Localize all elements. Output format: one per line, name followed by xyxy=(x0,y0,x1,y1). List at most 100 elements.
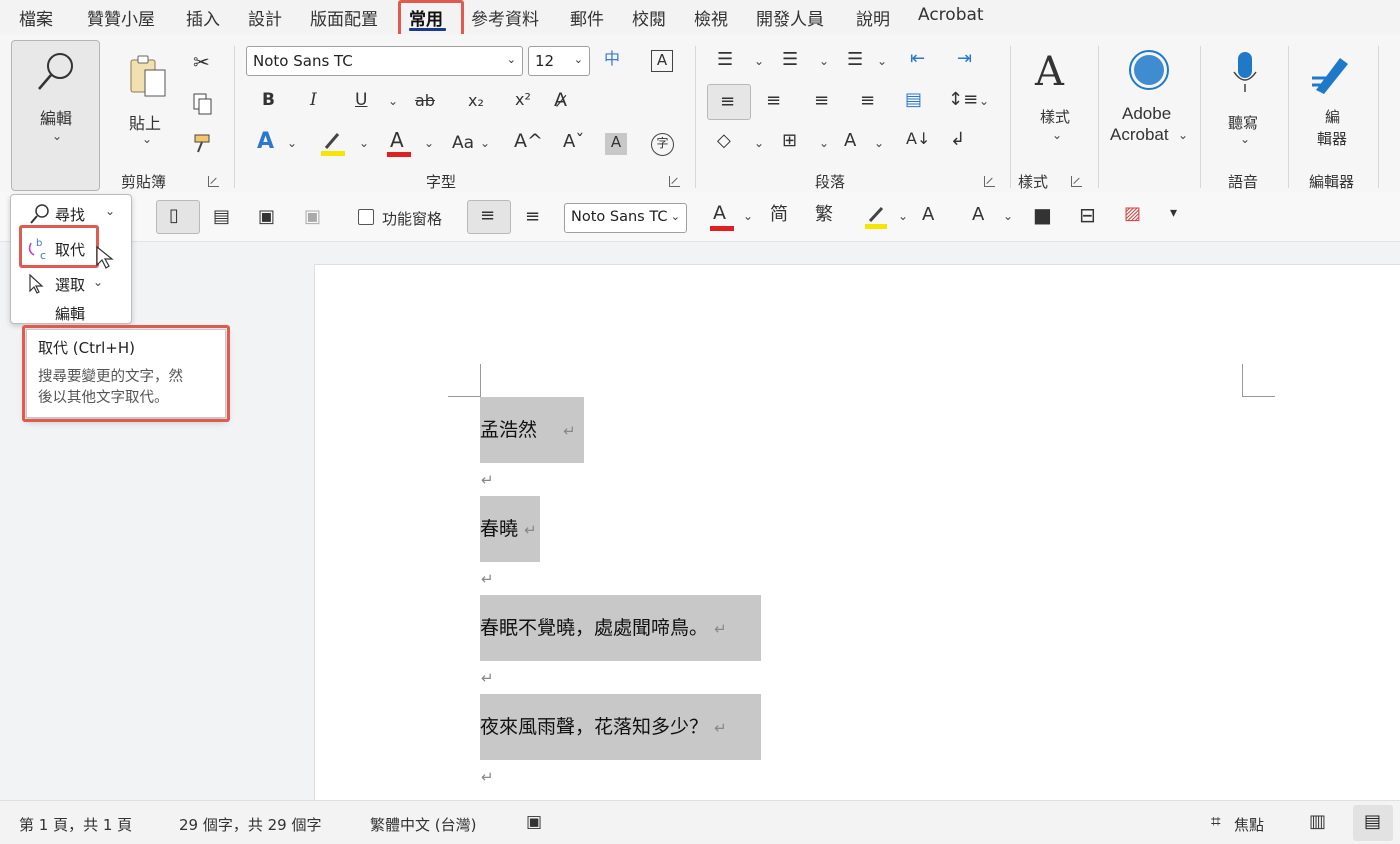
find-item[interactable]: 尋找 xyxy=(55,204,85,225)
acrobat-label-2[interactable]: Acrobat xyxy=(1110,125,1169,145)
copy-icon[interactable] xyxy=(192,92,214,116)
underline-button[interactable]: U xyxy=(355,92,367,109)
toolbar-align-left-button[interactable]: ≡ xyxy=(467,200,511,234)
line-spacing-icon[interactable]: ↕≡ xyxy=(948,91,978,109)
distributed-icon[interactable]: ▤ xyxy=(905,91,922,109)
customize-toolbar-icon[interactable]: ▾ xyxy=(1170,206,1177,220)
styles-dialog-launcher[interactable] xyxy=(1071,176,1082,187)
tab-file[interactable]: 檔案 xyxy=(19,5,53,30)
tab-developer[interactable]: 開發人員 xyxy=(756,5,824,30)
cut-icon[interactable]: ✂ xyxy=(193,52,210,72)
shrink-font-button[interactable]: Aˇ xyxy=(563,133,584,151)
character-shading-button[interactable]: A xyxy=(605,133,627,155)
borders-icon[interactable]: ⊞ xyxy=(782,132,797,150)
strikethrough-button[interactable]: ab xyxy=(415,93,435,109)
font-name-combo[interactable]: Noto Sans TC ⌄ xyxy=(246,46,523,76)
tab-layout[interactable]: 版面配置 xyxy=(310,5,378,30)
nav-pane-label[interactable]: 功能窗格 xyxy=(382,208,442,229)
page-count-status[interactable]: 第 1 頁，共 1 頁 xyxy=(19,814,132,835)
word-count-status[interactable]: 29 個字，共 29 個字 xyxy=(179,814,321,835)
image-disabled-icon[interactable]: ▣ xyxy=(304,208,321,226)
italic-button[interactable]: I xyxy=(310,92,317,109)
show-marks-icon[interactable]: ↲ xyxy=(950,131,965,149)
print-layout-button[interactable]: ▯ xyxy=(156,200,200,234)
paragraph-title[interactable]: 春曉 ↵ xyxy=(480,496,540,562)
toolbar-font-color-button[interactable]: A xyxy=(710,204,734,232)
toolbar-align-center-icon[interactable]: ≡ xyxy=(525,208,540,226)
dictate-label[interactable]: 聽寫 xyxy=(1228,112,1258,133)
tab-review[interactable]: 校閱 xyxy=(632,5,666,30)
align-right-icon[interactable]: ≡ xyxy=(814,92,829,110)
styles-label[interactable]: 樣式 xyxy=(1040,106,1070,127)
print-layout-status-button[interactable]: ▤ xyxy=(1353,805,1393,841)
page-break-icon[interactable]: ⊟ xyxy=(1079,205,1096,225)
focus-icon[interactable]: ⌗ xyxy=(1211,812,1221,832)
tab-design[interactable]: 設計 xyxy=(248,5,282,30)
editing-button[interactable]: 編輯 ⌄ xyxy=(11,40,100,191)
to-traditional-button[interactable]: 繁 xyxy=(815,206,833,224)
tab-insert[interactable]: 插入 xyxy=(186,5,220,30)
tab-view[interactable]: 檢視 xyxy=(694,5,728,30)
align-center-icon[interactable]: ≡ xyxy=(766,92,781,110)
select-item[interactable]: 選取 xyxy=(55,274,85,295)
enclose-characters-button[interactable]: 字 xyxy=(651,133,674,156)
shading-icon[interactable]: ◇ xyxy=(717,132,731,150)
numbering-icon[interactable]: ☰ xyxy=(782,51,798,69)
align-left-button[interactable]: ≡ xyxy=(707,84,751,120)
phonetic-guide-icon[interactable]: 中 xyxy=(604,51,620,67)
editor-label-1[interactable]: 編 xyxy=(1325,106,1340,127)
grow-font-button[interactable]: A^ xyxy=(514,132,543,151)
text-style-icon[interactable]: A xyxy=(972,206,984,224)
web-layout-icon[interactable]: ▤ xyxy=(213,208,230,226)
editor-icon[interactable] xyxy=(1310,52,1354,94)
language-status[interactable]: 繁體中文 (台灣) xyxy=(370,814,476,835)
picture-icon[interactable]: ▣ xyxy=(258,208,275,226)
paragraph-dialog-launcher[interactable] xyxy=(984,176,995,187)
asian-layout-icon[interactable]: A xyxy=(844,132,856,150)
editor-label-2[interactable]: 輯器 xyxy=(1317,128,1347,149)
acrobat-icon[interactable] xyxy=(1128,49,1170,91)
change-case-button[interactable]: Aa xyxy=(452,135,474,152)
text-effects-icon[interactable]: A xyxy=(257,131,274,153)
accessibility-icon[interactable]: ▣ xyxy=(526,812,542,832)
tab-zanzan[interactable]: 贊贊小屋 xyxy=(87,5,155,30)
clear-formatting-icon[interactable]: A̷ xyxy=(554,91,567,110)
multilevel-list-icon[interactable]: ☰ xyxy=(847,51,863,69)
microphone-icon[interactable] xyxy=(1231,50,1259,96)
paste-icon[interactable] xyxy=(127,54,169,98)
document-page[interactable]: 孟浩然 ↵ ↵ 春曉 ↵ ↵ 春眠不覺曉，處處聞啼鳥。 ↵ ↵ 夜來風雨聲，花落… xyxy=(314,264,1400,800)
font-size-combo[interactable]: 12 ⌄ xyxy=(528,46,590,76)
justify-icon[interactable]: ≡ xyxy=(860,92,875,110)
focus-label[interactable]: 焦點 xyxy=(1234,814,1264,835)
read-mode-icon[interactable]: ▥ xyxy=(1309,811,1326,832)
sort-icon[interactable]: A↓ xyxy=(906,131,930,147)
font-dialog-launcher[interactable] xyxy=(669,176,680,187)
subscript-button[interactable]: x₂ xyxy=(468,93,484,109)
fullscreen-icon[interactable]: ■ xyxy=(1033,205,1052,225)
acrobat-label-1[interactable]: Adobe xyxy=(1122,104,1171,124)
format-painter-icon[interactable] xyxy=(192,132,216,154)
paste-label[interactable]: 貼上 xyxy=(129,110,161,134)
superscript-button[interactable]: x² xyxy=(515,92,531,108)
tab-acrobat[interactable]: Acrobat xyxy=(918,5,984,25)
bullets-icon[interactable]: ☰ xyxy=(717,51,733,69)
toolbar-highlight-icon[interactable] xyxy=(864,204,890,232)
font-color-button[interactable]: A xyxy=(387,130,411,158)
tab-references[interactable]: 參考資料 xyxy=(471,5,539,30)
decrease-indent-icon[interactable]: ⇤ xyxy=(910,50,925,68)
to-simplified-button[interactable]: 简 xyxy=(770,206,788,224)
clipboard-dialog-launcher[interactable] xyxy=(208,176,219,187)
increase-indent-icon[interactable]: ⇥ xyxy=(957,50,972,68)
document-settings-icon[interactable]: ▨ xyxy=(1124,205,1141,223)
toolbar-font-combo[interactable]: Noto Sans TC ⌄ xyxy=(564,203,687,233)
highlight-pen-icon[interactable] xyxy=(320,130,346,158)
character-border-icon[interactable]: A xyxy=(651,50,673,72)
font-size-icon[interactable]: A xyxy=(922,206,934,224)
paragraph-author[interactable]: 孟浩然 ↵ xyxy=(480,397,584,463)
styles-icon[interactable]: A xyxy=(1035,52,1064,92)
bold-button[interactable]: B xyxy=(262,92,275,109)
tab-mailings[interactable]: 郵件 xyxy=(570,5,604,30)
paragraph-line-1[interactable]: 春眠不覺曉，處處聞啼鳥。 ↵ xyxy=(480,595,761,661)
tab-help[interactable]: 說明 xyxy=(856,5,890,30)
paragraph-line-2[interactable]: 夜來風雨聲，花落知多少？ ↵ xyxy=(480,694,761,760)
